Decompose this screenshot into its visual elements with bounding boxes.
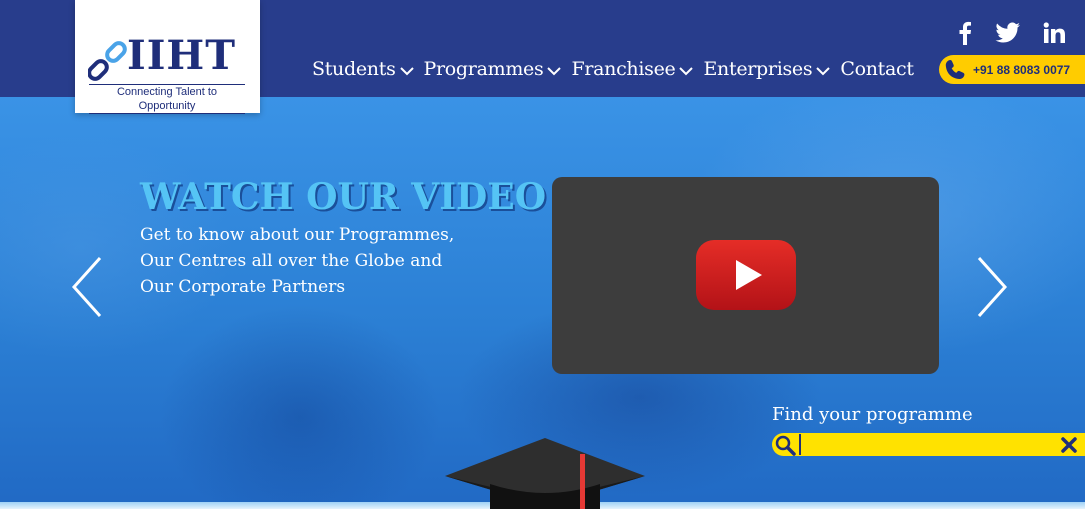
phone-icon bbox=[945, 59, 965, 79]
search-icon[interactable] bbox=[774, 434, 796, 456]
phone-contact[interactable]: +91 88 8083 0077 bbox=[939, 55, 1085, 84]
hero-description-line: Our Centres all over the Globe and bbox=[140, 251, 443, 271]
chevron-right-icon[interactable] bbox=[975, 254, 1011, 320]
nav-item-franchisee[interactable]: Franchisee bbox=[571, 55, 694, 83]
nav-item-label: Franchisee bbox=[571, 58, 676, 80]
linkedin-icon[interactable] bbox=[1041, 20, 1067, 46]
nav-item-programmes[interactable]: Programmes bbox=[424, 55, 562, 83]
chevron-down-icon bbox=[547, 67, 562, 76]
main-nav: Students Programmes Franchisee Enterpris… bbox=[312, 55, 924, 83]
logo-tagline: Connecting Talent to Opportunity bbox=[89, 84, 245, 114]
hero-description-line: Get to know about our Programmes, bbox=[140, 225, 455, 245]
youtube-play-icon[interactable] bbox=[696, 240, 796, 310]
chevron-down-icon bbox=[399, 67, 414, 76]
logo[interactable]: IIHT Connecting Talent to Opportunity bbox=[75, 0, 260, 114]
chevron-down-icon bbox=[679, 67, 694, 76]
nav-item-students[interactable]: Students bbox=[312, 55, 414, 83]
hero-description: Get to know about our Programmes, Our Ce… bbox=[140, 222, 470, 300]
chevron-left-icon[interactable] bbox=[70, 254, 106, 320]
logo-wordmark: IIHT bbox=[127, 32, 236, 79]
phone-number: +91 88 8083 0077 bbox=[973, 62, 1071, 77]
find-programme-bar bbox=[772, 433, 1085, 456]
nav-item-label: Programmes bbox=[423, 58, 544, 80]
hero-title: WATCH OUR VIDEO bbox=[140, 176, 547, 218]
close-icon[interactable] bbox=[1059, 435, 1079, 455]
nav-item-label: Enterprises bbox=[703, 58, 813, 80]
find-programme-input[interactable] bbox=[799, 434, 1049, 455]
nav-item-label: Contact bbox=[840, 58, 914, 80]
chevron-down-icon bbox=[816, 67, 831, 76]
hero-description-line: Our Corporate Partners bbox=[140, 277, 346, 297]
twitter-icon[interactable] bbox=[995, 20, 1021, 46]
nav-item-enterprises[interactable]: Enterprises bbox=[703, 55, 831, 83]
chain-link-icon bbox=[88, 41, 127, 81]
nav-item-contact[interactable]: Contact bbox=[840, 55, 914, 83]
graduation-cap-icon bbox=[445, 438, 645, 509]
facebook-icon[interactable] bbox=[952, 20, 978, 46]
nav-item-label: Students bbox=[312, 58, 396, 80]
find-programme-label: Find your programme bbox=[772, 404, 973, 425]
video-player[interactable] bbox=[552, 177, 939, 374]
